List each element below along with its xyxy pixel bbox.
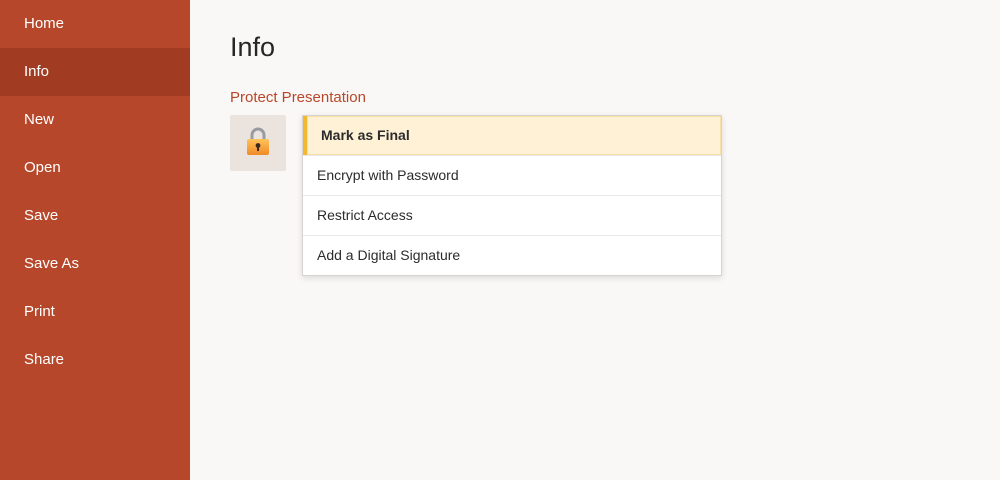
sidebar-item-new[interactable]: New [0,96,190,144]
page-title: Info [230,32,276,62]
sidebar-item-save-as[interactable]: Save As [0,240,190,288]
section-heading: Protect Presentation [230,89,366,106]
protect-menu: Mark as Final Encrypt with Password Rest… [302,115,722,276]
sidebar-item-save[interactable]: Save [0,192,190,240]
app-window: Home Info New Open Save Save As Print Sh… [0,0,1000,480]
menu-item-add-digital-signature[interactable]: Add a Digital Signature [303,235,721,275]
main-content: Info Protect Presentation Mark as Final … [190,0,1000,480]
menu-item-mark-as-final[interactable]: Mark as Final [303,116,721,155]
sidebar-item-share[interactable]: Share [0,336,190,384]
sidebar-item-home[interactable]: Home [0,0,190,48]
sidebar-item-open[interactable]: Open [0,144,190,192]
sidebar: Home Info New Open Save Save As Print Sh… [0,0,190,480]
menu-item-encrypt-with-password[interactable]: Encrypt with Password [303,155,721,195]
sidebar-item-info[interactable]: Info [0,48,190,96]
menu-item-restrict-access[interactable]: Restrict Access [303,195,721,235]
protect-presentation-button[interactable] [230,115,286,171]
sidebar-item-print[interactable]: Print [0,288,190,336]
lock-icon [245,126,271,161]
